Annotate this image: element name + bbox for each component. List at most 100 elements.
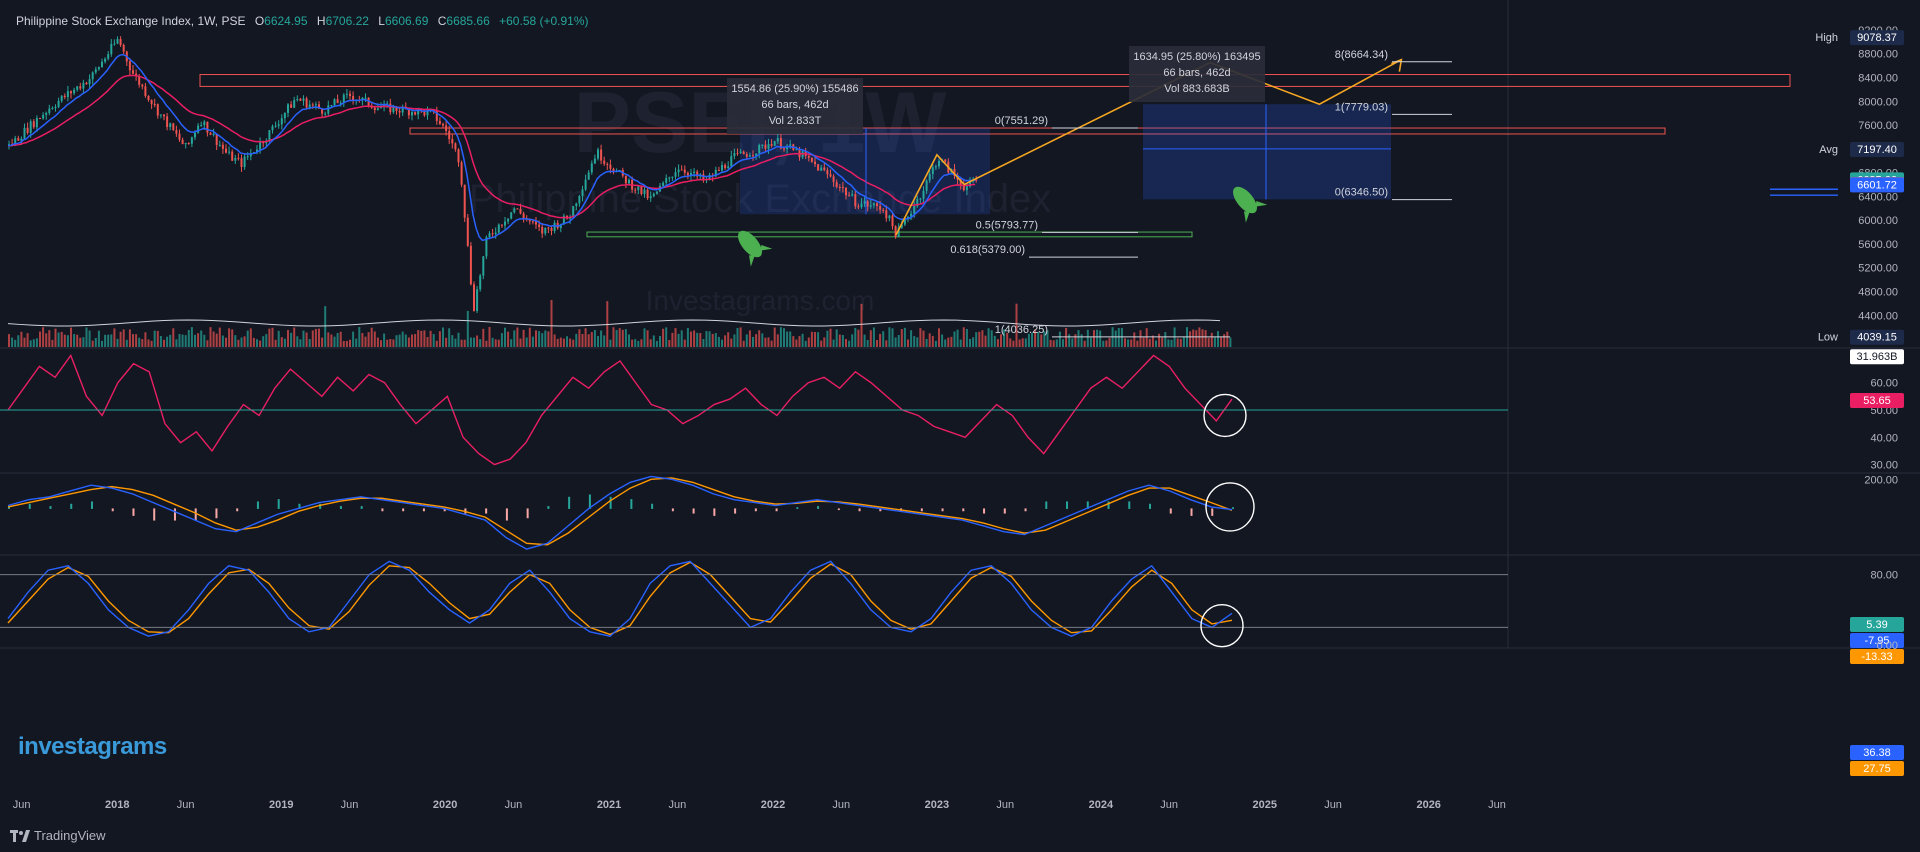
price-tick-label: 6400.00 [1858, 191, 1898, 203]
candle-body [150, 100, 153, 105]
fib-level-label: 0(7551.29) [995, 115, 1048, 127]
time-tick-label: 2022 [761, 799, 785, 811]
volume-bar [277, 330, 280, 347]
candle-body [835, 182, 838, 187]
macd-histogram-bar [609, 496, 612, 509]
candle-body [172, 123, 175, 131]
symbol-title[interactable]: Philippine Stock Exchange Index, 1W, PSE [16, 14, 245, 28]
candle-body [169, 123, 172, 128]
candle-body [820, 167, 823, 171]
candle-body [652, 193, 655, 197]
volume-bar [807, 337, 810, 347]
candle-body [442, 123, 444, 126]
candle-body [606, 163, 609, 165]
volume-bar [758, 330, 761, 347]
volume-bar [724, 335, 727, 347]
indicator-panes [0, 353, 1508, 648]
volume-bar [947, 337, 950, 347]
volume-bar [26, 333, 29, 347]
chart-canvas: PSEI, 1WPhilippine Stock Exchange IndexI… [0, 0, 1920, 811]
volume-bar [1220, 336, 1223, 347]
volume-bar [1089, 337, 1092, 347]
volume-bar [370, 327, 373, 347]
volume-bar [132, 334, 134, 347]
volume-bar [311, 330, 314, 347]
rsi-value: 53.65 [1863, 395, 1891, 407]
volume-bar [190, 327, 193, 347]
candle-body [593, 158, 596, 164]
volume-bar [237, 339, 240, 347]
time-tick-label: Jun [1488, 799, 1506, 811]
candle-body [544, 227, 547, 234]
tradingview-footer[interactable]: TradingView [10, 827, 106, 843]
tradingview-label: TradingView [34, 828, 106, 844]
symbol-header: Philippine Stock Exchange Index, 1W, PSE… [16, 14, 589, 28]
candle-body [776, 138, 779, 142]
candle-body [814, 161, 816, 165]
volume-bar [1167, 339, 1170, 347]
volume-bar [283, 338, 286, 347]
volume-bar [401, 331, 404, 347]
volume-bar [234, 335, 237, 347]
volume-bar [423, 330, 426, 347]
volume-bar [705, 331, 708, 347]
candle-body [17, 138, 20, 141]
candle-body [271, 126, 274, 131]
volume-bar [451, 335, 454, 347]
volume-bar [63, 334, 66, 347]
volume-bar [928, 333, 931, 347]
volume-bar [184, 335, 187, 347]
candle-body [730, 156, 733, 167]
volume-bar [662, 328, 665, 347]
grid [0, 0, 1920, 649]
candle-body [717, 169, 720, 171]
volume-bar [364, 336, 367, 347]
volume-bar [1136, 340, 1139, 347]
volume-bar [1229, 337, 1232, 347]
price-tag-label: High [1815, 32, 1838, 44]
candle-body [479, 275, 482, 290]
volume-bar [147, 339, 150, 347]
macd-histogram-bar [111, 508, 114, 512]
macd-histogram-bar [526, 508, 529, 519]
candle-body [721, 165, 723, 171]
candle-body [438, 120, 441, 124]
stoch-value: 36.38 [1863, 747, 1891, 759]
stoch-tick-label: 80.00 [1870, 570, 1898, 582]
candle-body [57, 100, 60, 107]
volume-bar [262, 336, 265, 347]
price-tag-value: 9078.37 [1857, 32, 1897, 44]
candle-body [243, 156, 246, 168]
volume-bar [810, 331, 813, 347]
volume-bar [1223, 334, 1226, 347]
volume-bar [1217, 331, 1219, 347]
time-tick-label: Jun [341, 799, 359, 811]
volume-bar [104, 334, 107, 347]
open-value: 6624.95 [264, 14, 308, 28]
volume-bar [575, 333, 578, 347]
volume-bar [894, 337, 897, 347]
volume-bar [730, 338, 733, 347]
measure-info-text: 66 bars, 462d [1163, 67, 1230, 79]
volume-bar [1179, 338, 1182, 347]
resistance-zone [199, 74, 1791, 87]
volume-bar [959, 339, 962, 347]
volume-bar [91, 340, 94, 347]
volume-bar [835, 329, 838, 347]
volume-bar [163, 339, 165, 347]
volume-bar [733, 334, 736, 347]
candle-body [677, 169, 680, 173]
volume-bar [618, 328, 621, 347]
stoch-value: 27.75 [1863, 763, 1891, 775]
volume-bar [841, 335, 844, 347]
volume-bar [739, 327, 742, 347]
volume-bar [466, 310, 469, 347]
stoch-d-line [7, 561, 1233, 636]
volume-bar [404, 334, 407, 347]
time-tick-label: 2025 [1253, 799, 1277, 811]
volume-bar [863, 334, 866, 347]
volume-bar [23, 337, 26, 347]
volume-bar [435, 340, 438, 347]
volume-bar [1096, 329, 1099, 347]
candle-body [513, 208, 516, 213]
